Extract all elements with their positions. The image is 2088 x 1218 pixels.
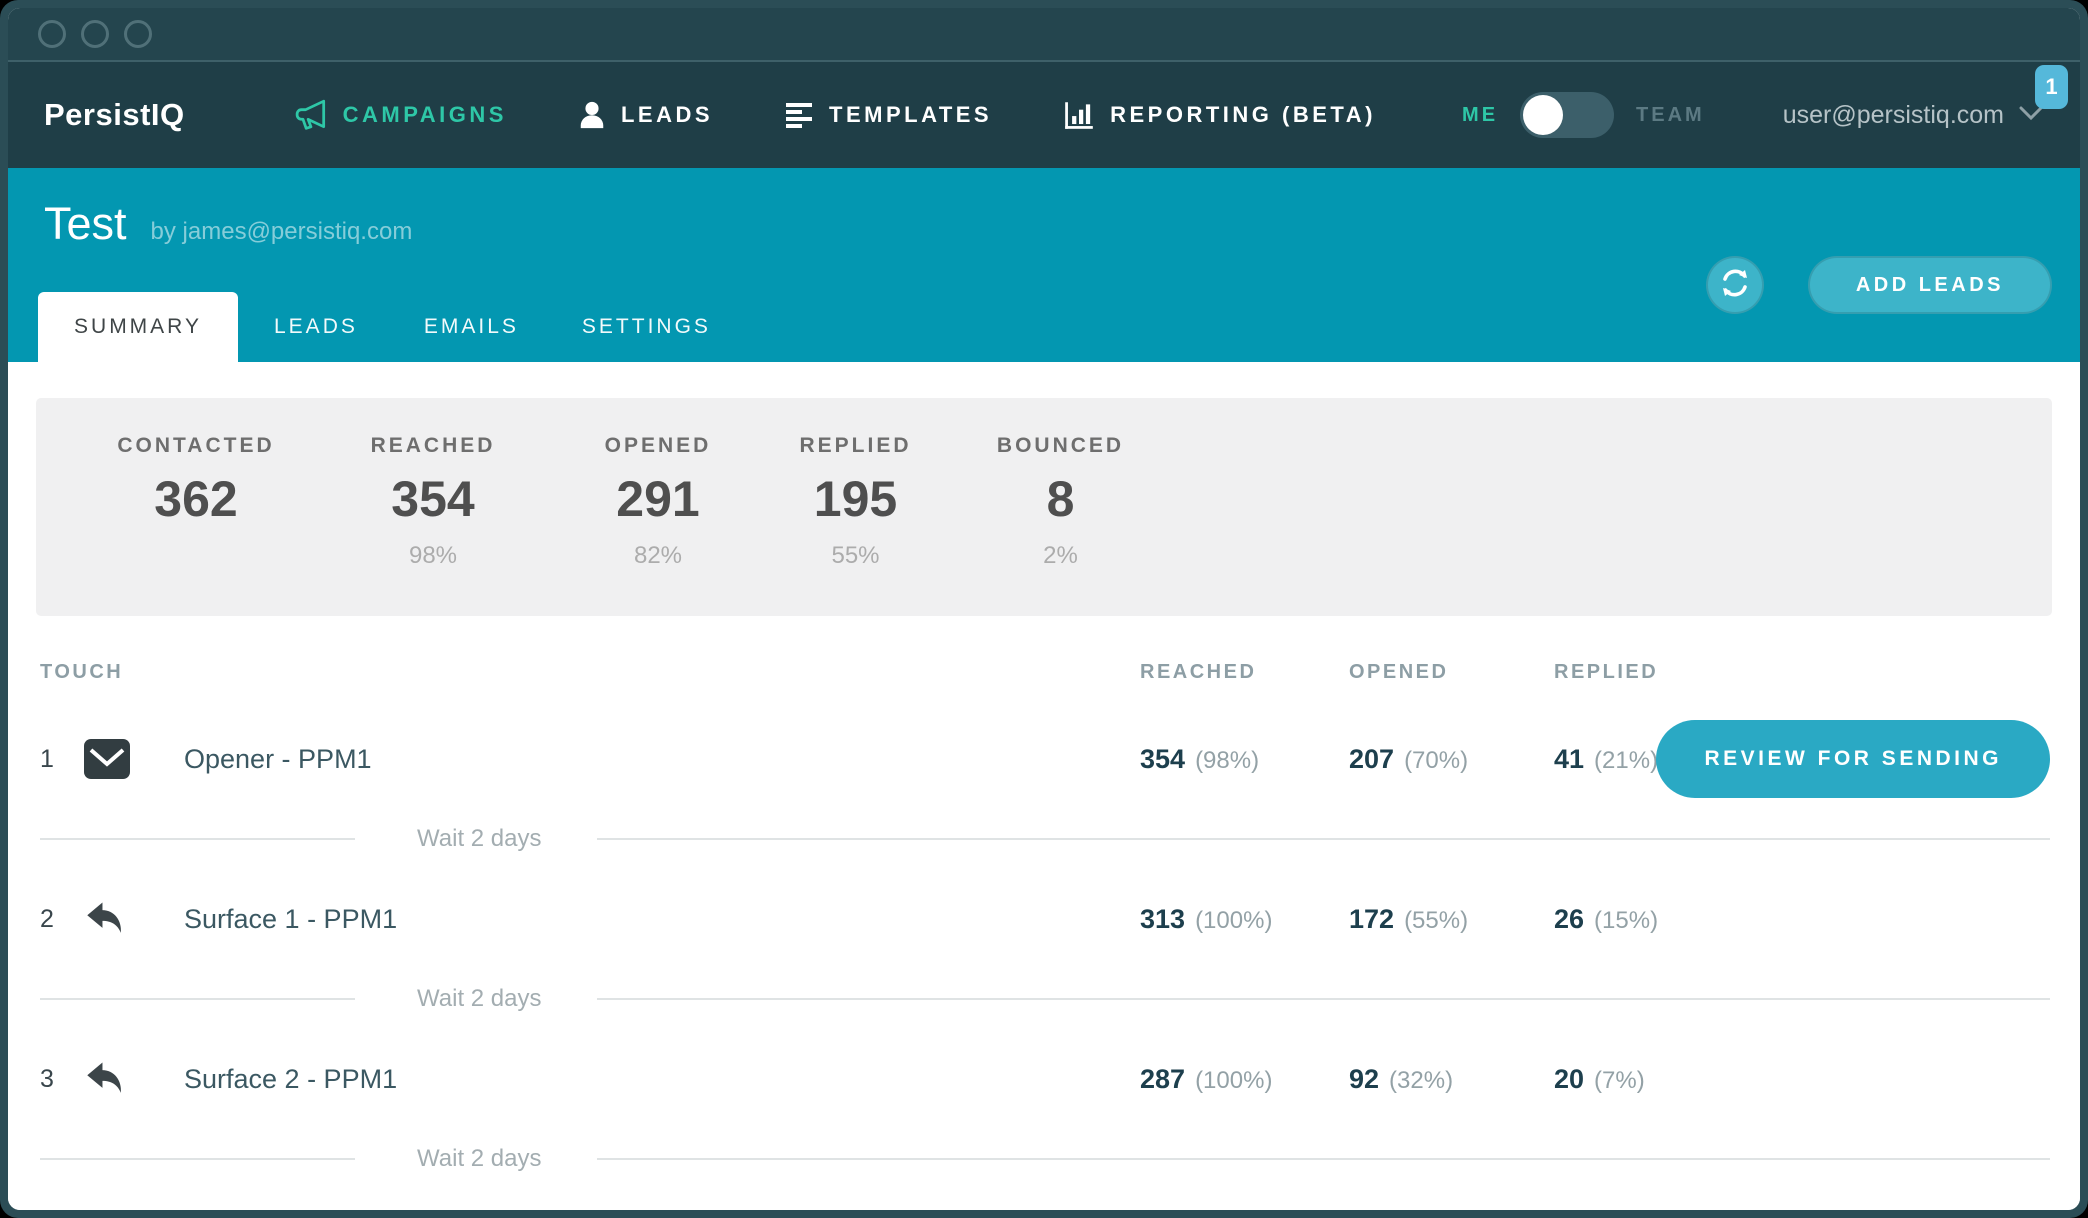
wait-label: Wait 2 days	[417, 985, 542, 1013]
wait-divider: Wait 2 days	[8, 818, 2080, 860]
scope-me-label[interactable]: ME	[1462, 104, 1498, 127]
opened-pct: (70%)	[1404, 747, 1468, 774]
nav-item-label: TEMPLATES	[829, 102, 992, 128]
scope-team-label[interactable]: TEAM	[1636, 104, 1705, 127]
reached-pct: (100%)	[1195, 907, 1272, 934]
campaign-header: Test by james@persistiq.com	[8, 168, 2080, 362]
reply-icon	[84, 900, 184, 938]
reply-icon	[84, 1060, 184, 1098]
col-header-opened: OPENED	[1335, 661, 1540, 684]
col-header-touch: TOUCH	[40, 661, 1130, 684]
me-team-toggle[interactable]	[1520, 92, 1614, 138]
campaign-tabs: SUMMARY LEADS EMAILS SETTINGS	[8, 292, 2080, 362]
opened-pct: (32%)	[1389, 1067, 1453, 1094]
wait-label: Wait 2 days	[417, 825, 542, 853]
window-frame: PersistIQ CAMPAIGNS	[0, 0, 2088, 1218]
table-row[interactable]: 2 Surface 1 - PPM1 313(100%) 172(55%) 26…	[8, 860, 2080, 978]
megaphone-icon	[295, 98, 329, 132]
review-for-sending-button[interactable]: REVIEW FOR SENDING	[1656, 720, 2050, 798]
tab-emails[interactable]: EMAILS	[424, 292, 519, 362]
stat-reached: REACHED 354 98%	[308, 434, 558, 570]
replied-pct: (21%)	[1594, 747, 1658, 774]
window-close-button[interactable]	[38, 20, 66, 48]
window-zoom-button[interactable]	[124, 20, 152, 48]
nav-item-templates[interactable]: TEMPLATES	[783, 99, 992, 131]
list-icon	[783, 99, 815, 131]
replied-value: 20	[1554, 1064, 1584, 1094]
account-menu[interactable]: user@persistiq.com 1	[1783, 101, 2044, 130]
touch-title[interactable]: Surface 2 - PPM1	[184, 1064, 1130, 1095]
stat-contacted: CONTACTED 362	[84, 434, 308, 542]
col-header-reached: REACHED	[1130, 661, 1335, 684]
opened-pct: (55%)	[1404, 907, 1468, 934]
reached-value: 354	[1140, 744, 1185, 774]
replied-pct: (15%)	[1594, 907, 1658, 934]
replied-value: 26	[1554, 904, 1584, 934]
nav-item-label: CAMPAIGNS	[343, 102, 507, 128]
tab-summary[interactable]: SUMMARY	[38, 292, 238, 362]
replied-pct: (7%)	[1594, 1067, 1645, 1094]
opened-value: 172	[1349, 904, 1394, 934]
nav-item-leads[interactable]: LEADS	[577, 99, 713, 131]
wait-label: Wait 2 days	[417, 1145, 542, 1173]
bar-chart-icon	[1062, 98, 1096, 132]
reached-pct: (98%)	[1195, 747, 1259, 774]
envelope-icon	[84, 739, 184, 779]
reached-value: 287	[1140, 1064, 1185, 1094]
reached-pct: (100%)	[1195, 1067, 1272, 1094]
campaign-byline: by james@persistiq.com	[151, 218, 413, 246]
table-row[interactable]: 1 Opener - PPM1 354(98%) 207(70%) 41(21%…	[8, 700, 2080, 818]
notification-badge[interactable]: 1	[2035, 65, 2068, 109]
app-window: PersistIQ CAMPAIGNS	[0, 0, 2088, 1218]
col-header-replied: REPLIED	[1540, 661, 1680, 684]
stat-replied: REPLIED 195 55%	[758, 434, 953, 570]
stat-opened: OPENED 291 82%	[558, 434, 758, 570]
top-navbar: PersistIQ CAMPAIGNS	[8, 62, 2080, 168]
nav-item-label: LEADS	[621, 102, 713, 128]
toggle-knob	[1523, 95, 1563, 135]
tab-settings[interactable]: SETTINGS	[582, 292, 711, 362]
nav-item-campaigns[interactable]: CAMPAIGNS	[295, 98, 507, 132]
wait-divider: Wait 2 days	[8, 1138, 2080, 1180]
stats-panel: CONTACTED 362 REACHED 354 98% OPENED 291…	[36, 398, 2052, 616]
table-row[interactable]: 4 Content Share - Blog Post 287(100%) 92…	[8, 1180, 2080, 1210]
reached-value: 313	[1140, 904, 1185, 934]
brand-logo[interactable]: PersistIQ	[44, 97, 185, 133]
stat-bounced: BOUNCED 8 2%	[953, 434, 1168, 570]
nav-item-label: REPORTING (BETA)	[1110, 102, 1376, 128]
touch-title[interactable]: Surface 1 - PPM1	[184, 904, 1130, 935]
touch-title[interactable]: Opener - PPM1	[184, 744, 1130, 775]
campaign-title: Test	[44, 198, 127, 250]
wait-divider: Wait 2 days	[8, 978, 2080, 1020]
table-row[interactable]: 3 Surface 2 - PPM1 287(100%) 92(32%) 20(…	[8, 1020, 2080, 1138]
window-minimize-button[interactable]	[81, 20, 109, 48]
window-titlebar	[8, 8, 2080, 62]
opened-value: 92	[1349, 1064, 1379, 1094]
nav-item-reporting[interactable]: REPORTING (BETA)	[1062, 98, 1376, 132]
tab-leads[interactable]: LEADS	[274, 292, 358, 362]
account-email: user@persistiq.com	[1783, 101, 2004, 130]
summary-content: CONTACTED 362 REACHED 354 98% OPENED 291…	[8, 362, 2080, 1210]
replied-value: 41	[1554, 744, 1584, 774]
opened-value: 207	[1349, 744, 1394, 774]
person-icon	[577, 99, 607, 131]
table-header: TOUCH REACHED OPENED REPLIED	[8, 644, 2080, 700]
